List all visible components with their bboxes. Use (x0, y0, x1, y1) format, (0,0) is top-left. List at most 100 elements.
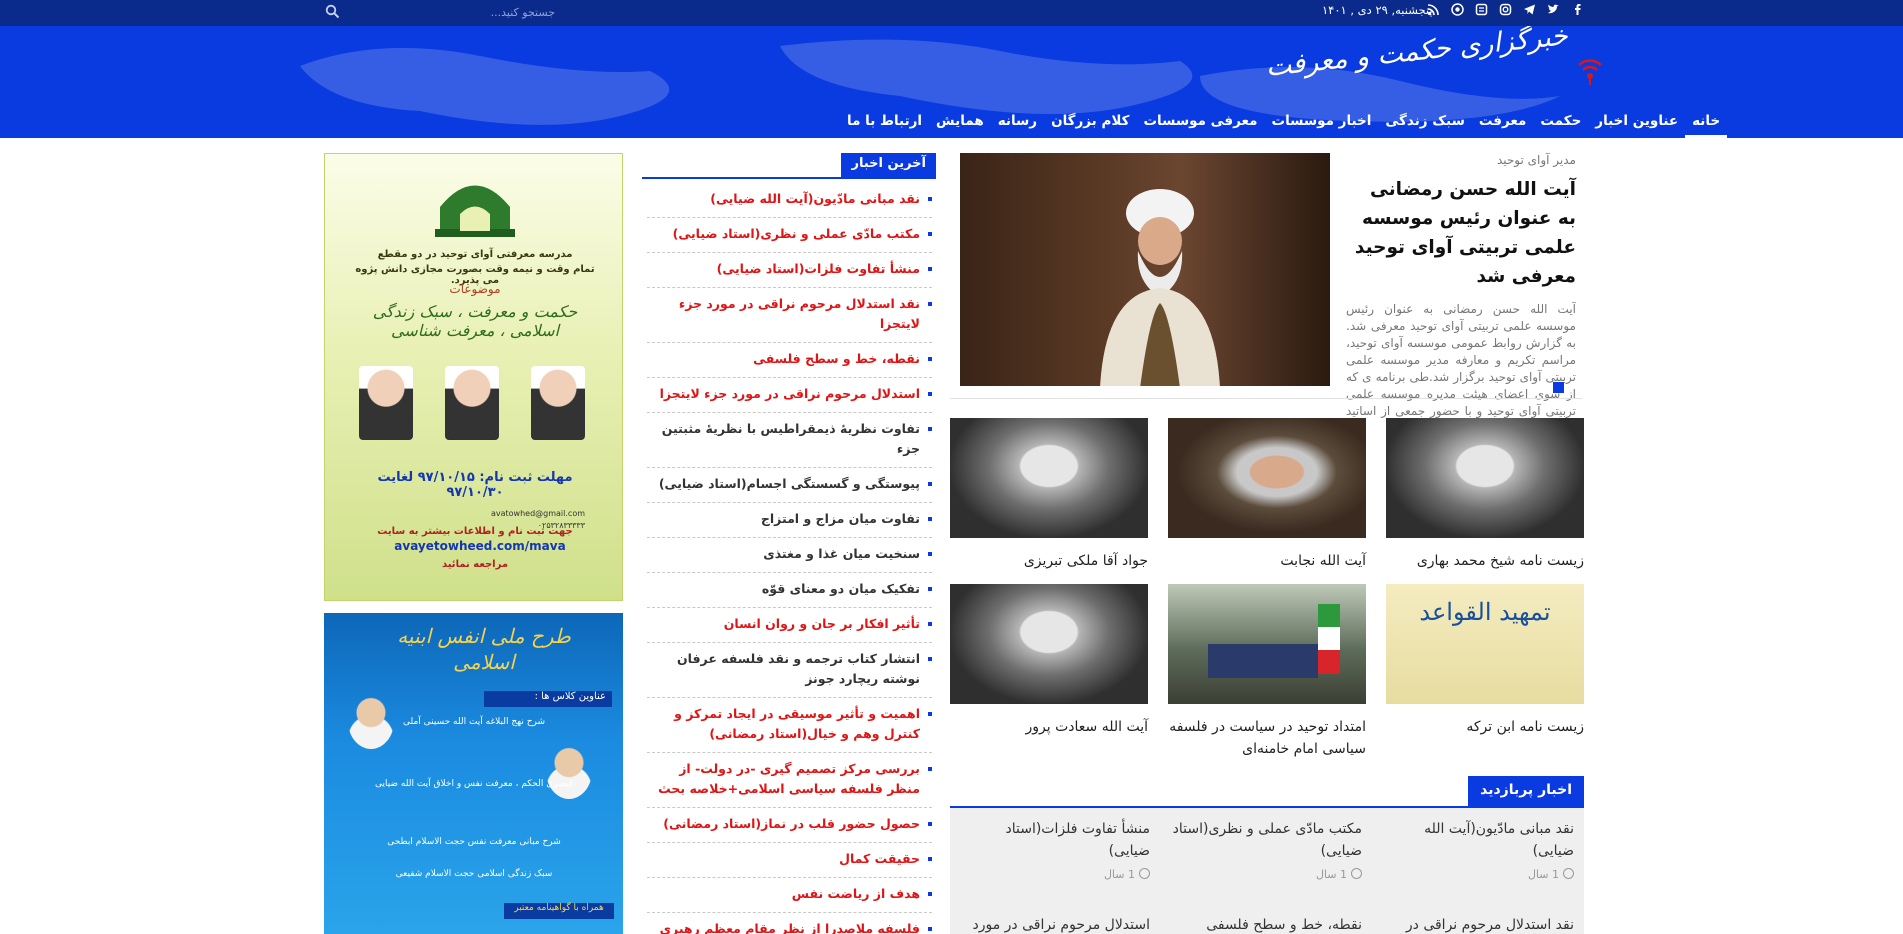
card-thumbnail[interactable] (950, 418, 1148, 538)
ad-banner-classes[interactable]: طرح ملی انفس ابنیه اسلامی عناوین کلاس ها… (324, 613, 623, 934)
latest-news-item[interactable]: انتشار کتاب ترجمه و نقد فلسفه عرفان نوشت… (647, 643, 932, 698)
banner2-line-1: شرح نهج البلاغه آیت الله حسینی آملی (402, 717, 546, 727)
latest-news-item[interactable]: نقطه، خط و سطح فلسفی (647, 343, 932, 378)
popular-item[interactable]: مکتب مادّی عملی و نظری(استاد ضیایی) 1 سا… (1172, 818, 1362, 881)
latest-news-item[interactable]: استدلال مرحوم نراقی در مورد جزء لایتجزا (647, 378, 932, 413)
popular-item-meta: 1 سال (1172, 868, 1362, 881)
popular-news-header: اخبار پربازدید (950, 776, 1584, 808)
card-item[interactable]: تمهید القواعد زیست نامه ابن ترکه (1386, 584, 1584, 738)
latest-news-link[interactable]: انتشار کتاب ترجمه و نقد فلسفه عرفان نوشت… (677, 651, 920, 686)
nav-institutes-news[interactable]: اخبار موسسات (1265, 110, 1379, 138)
latest-news-link[interactable]: استدلال مرحوم نراقی در مورد جزء لایتجزا (660, 386, 920, 401)
latest-news-link[interactable]: تفاوت میان مزاج و امتزاج (761, 511, 920, 526)
popular-item[interactable]: نقد استدلال مرحوم نراقی در مورد (1384, 914, 1574, 934)
app-icon-2[interactable] (1474, 3, 1488, 17)
latest-news-link[interactable]: مکتب مادّی عملی و نظری(استاد ضیایی) (673, 226, 920, 241)
site-logo[interactable]: خبرگزاری حکمت و معرفت (1264, 26, 1602, 102)
search-icon[interactable] (325, 4, 341, 20)
popular-item[interactable]: نقد مبانی مادّیون(آیت الله ضیایی) 1 سال (1384, 818, 1574, 881)
facebook-icon[interactable] (1570, 3, 1584, 17)
nav-media[interactable]: رسانه (991, 110, 1044, 138)
latest-news-item[interactable]: نقد مبانی مادّیون(آیت الله ضیایی) (647, 183, 932, 218)
ad-banner-school[interactable]: مدرسه معرفتی آوای توحید در دو مقطع تمام … (324, 153, 623, 601)
card-item[interactable]: جواد آقا ملکی تبریزی (950, 418, 1148, 572)
card-caption[interactable]: امتداد توحید در سیاست در فلسفه سیاسی اما… (1168, 716, 1366, 760)
card-thumbnail[interactable] (1168, 584, 1366, 704)
card-caption[interactable]: زیست نامه شیخ محمد بهاری (1386, 550, 1584, 572)
nav-conference[interactable]: همایش (929, 110, 991, 138)
card-item[interactable]: امتداد توحید در سیاست در فلسفه سیاسی اما… (1168, 584, 1366, 760)
telegram-icon[interactable] (1522, 3, 1536, 17)
latest-news-item[interactable]: فلسفه ملاصدرا از نظر مقام معظم رهبری (647, 913, 932, 934)
popular-item-title[interactable]: نقطه، خط و سطح فلسفی (1172, 914, 1362, 934)
nav-lifestyle[interactable]: سبک زندگی (1378, 110, 1471, 138)
popular-item-time: 1 سال (1527, 868, 1559, 881)
search-input[interactable] (340, 3, 555, 21)
card-caption[interactable]: جواد آقا ملکی تبریزی (950, 550, 1148, 572)
latest-news-link[interactable]: حصول حضور قلب در نماز(استاد رمضانی) (663, 816, 920, 831)
latest-news-item[interactable]: حصول حضور قلب در نماز(استاد رمضانی) (647, 808, 932, 843)
latest-news-link[interactable]: هدف از ریاضت نفس (792, 886, 920, 901)
latest-news-item[interactable]: منشأ تفاوت فلزات(استاد ضیایی) (647, 253, 932, 288)
popular-item-title[interactable]: مکتب مادّی عملی و نظری(استاد ضیایی) (1172, 818, 1362, 862)
latest-news-link[interactable]: سنخیت میان غذا و مغتذی (763, 546, 920, 561)
latest-news-link[interactable]: پیوستگی و گسستگی اجسام(استاد ضیایی) (659, 476, 920, 491)
card-thumbnail[interactable] (1168, 418, 1366, 538)
popular-item-title[interactable]: نقد مبانی مادّیون(آیت الله ضیایی) (1384, 818, 1574, 862)
nav-wisdom[interactable]: حکمت (1533, 110, 1588, 138)
latest-news-link[interactable]: نقطه، خط و سطح فلسفی (753, 351, 920, 366)
card-caption[interactable]: زیست نامه ابن ترکه (1386, 716, 1584, 738)
app-icon-1[interactable] (1450, 3, 1464, 17)
latest-news-item[interactable]: مکتب مادّی عملی و نظری(استاد ضیایی) (647, 218, 932, 253)
featured-image[interactable] (960, 153, 1330, 386)
card-item[interactable]: آیت الله سعادت پرور (950, 584, 1148, 738)
card-caption[interactable]: آیت الله نجابت (1168, 550, 1366, 572)
latest-news-item[interactable]: اهمیت و تأثیر موسیقی در ایجاد تمرکز و کن… (647, 698, 932, 753)
latest-news-item[interactable]: حقیقت کمال (647, 843, 932, 878)
featured-author[interactable]: مدیر آوای توحید (1346, 153, 1576, 167)
latest-news-item[interactable]: پیوستگی و گسستگی اجسام(استاد ضیایی) (647, 468, 932, 503)
latest-news-item[interactable]: هدف از ریاضت نفس (647, 878, 932, 913)
card-thumbnail[interactable]: تمهید القواعد (1386, 584, 1584, 704)
latest-news-link[interactable]: فلسفه ملاصدرا از نظر مقام معظم رهبری (660, 921, 920, 934)
twitter-icon[interactable] (1546, 3, 1560, 17)
card-item[interactable]: زیست نامه شیخ محمد بهاری (1386, 418, 1584, 572)
latest-news-item[interactable]: تفاوت نظریۀ ذیمقراطیس با نظریۀ مثبتین جز… (647, 413, 932, 468)
featured-title[interactable]: آیت الله حسن رمضانی به عنوان رئیس موسسه … (1346, 175, 1576, 291)
popular-item[interactable]: نقطه، خط و سطح فلسفی (1172, 914, 1362, 934)
latest-news-link[interactable]: منشأ تفاوت فلزات(استاد ضیایی) (717, 261, 920, 276)
latest-news-item[interactable]: سنخیت میان غذا و مغتذی (647, 538, 932, 573)
instagram-icon[interactable] (1498, 3, 1512, 17)
latest-news-link[interactable]: تفاوت نظریۀ ذیمقراطیس با نظریۀ مثبتین جز… (662, 421, 920, 456)
latest-news-link[interactable]: حقیقت کمال (839, 851, 920, 866)
popular-item-title[interactable]: منشأ تفاوت فلزات(استاد ضیایی) (960, 818, 1151, 862)
card-caption[interactable]: آیت الله سعادت پرور (950, 716, 1149, 738)
nav-home[interactable]: خانه (1685, 110, 1728, 138)
latest-news-link[interactable]: بررسی مرکز تصمیم گیری -در دولت- از منظر … (658, 761, 920, 796)
nav-knowledge[interactable]: معرفت (1472, 110, 1534, 138)
nav-elders-words[interactable]: کلام بزرگان (1044, 110, 1136, 138)
popular-item-title[interactable]: استدلال مرحوم نراقی در مورد (960, 914, 1150, 934)
slider-dot[interactable] (1553, 382, 1564, 393)
popular-item[interactable]: استدلال مرحوم نراقی در مورد (960, 914, 1150, 934)
latest-news-link[interactable]: تأثیر افکار بر جان و روان انسان (724, 616, 920, 631)
latest-news-link[interactable]: تفکیک میان دو معنای قوّه (762, 581, 920, 596)
popular-item[interactable]: منشأ تفاوت فلزات(استاد ضیایی) 1 سال (960, 818, 1150, 881)
latest-news-item[interactable]: تفکیک میان دو معنای قوّه (647, 573, 932, 608)
banner1-url[interactable]: avayetowheed.com/mava (385, 539, 575, 553)
latest-news-item[interactable]: بررسی مرکز تصمیم گیری -در دولت- از منظر … (647, 753, 932, 808)
latest-news-link[interactable]: اهمیت و تأثیر موسیقی در ایجاد تمرکز و کن… (674, 706, 920, 741)
latest-news-link[interactable]: نقد استدلال مرحوم نراقی در مورد جزء لایت… (679, 296, 920, 331)
latest-news-item[interactable]: تأثیر افکار بر جان و روان انسان (647, 608, 932, 643)
card-thumbnail[interactable] (950, 584, 1148, 704)
mosque-dome-icon (435, 185, 515, 237)
nav-institutes-intro[interactable]: معرفی موسسات (1136, 110, 1264, 138)
card-thumbnail[interactable] (1386, 418, 1584, 538)
nav-contact[interactable]: ارتباط با ما (840, 110, 929, 138)
latest-news-item[interactable]: تفاوت میان مزاج و امتزاج (647, 503, 932, 538)
nav-news-titles[interactable]: عناوین اخبار (1588, 110, 1685, 138)
latest-news-link[interactable]: نقد مبانی مادّیون(آیت الله ضیایی) (710, 191, 920, 206)
popular-item-title[interactable]: نقد استدلال مرحوم نراقی در مورد (1384, 914, 1574, 934)
card-item[interactable]: آیت الله نجابت (1168, 418, 1366, 572)
latest-news-item[interactable]: نقد استدلال مرحوم نراقی در مورد جزء لایت… (647, 288, 932, 343)
